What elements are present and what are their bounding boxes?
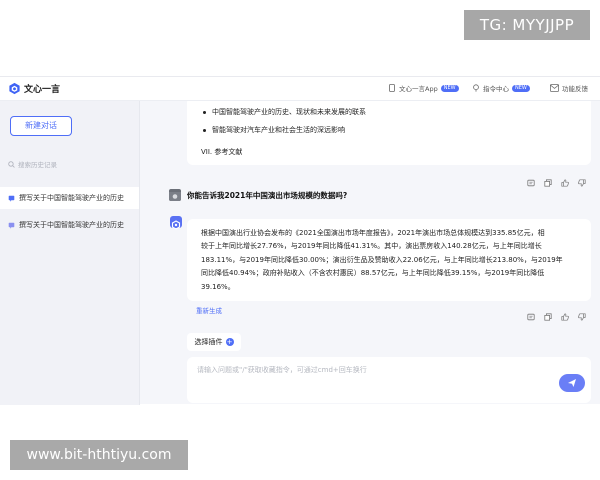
feedback-label: 功能反馈 bbox=[562, 85, 588, 93]
plus-icon: + bbox=[225, 338, 234, 346]
history-item[interactable]: 撰写关于中国智能驾驶产业的历史 bbox=[0, 187, 139, 209]
chat-icon bbox=[8, 222, 15, 229]
send-button[interactable] bbox=[559, 374, 585, 392]
history-search[interactable]: 搜索历史记录 bbox=[8, 159, 57, 169]
chat-icon bbox=[8, 195, 15, 202]
quote-icon[interactable] bbox=[527, 306, 535, 321]
sidebar: 新建对话 搜索历史记录 撰写关于中国智能驾驶产业的历史 撰写关于中国智能驾驶产业… bbox=[0, 101, 140, 405]
mail-icon bbox=[550, 84, 559, 92]
copy-icon[interactable] bbox=[544, 306, 552, 321]
bullet-text: 智能驾驶对汽车产业和社会生活的深远影响 bbox=[212, 126, 345, 134]
regenerate-button[interactable]: 重新生成 bbox=[196, 305, 222, 315]
bullet-item: 中国智能驾驶产业的历史、现状和未来发展的联系 bbox=[203, 107, 366, 117]
new-chat-button[interactable]: 新建对话 bbox=[10, 116, 72, 136]
prompt-center-label: 指令中心 bbox=[483, 85, 509, 93]
answer-line: 同比降低40.94%；政府补贴收入（不含农村惠民）88.57亿元，与上年同比降低… bbox=[201, 269, 545, 278]
chat-main: 中国智能驾驶产业的历史、现状和未来发展的联系 智能驾驶对汽车产业和社会生活的深远… bbox=[141, 101, 600, 405]
thumbs-up-icon[interactable] bbox=[561, 306, 569, 321]
bullet-item: 智能驾驶对汽车产业和社会生活的深远影响 bbox=[203, 125, 345, 135]
answer-text: 根据中国演出行业协会发布的《2021全国演出市场年度报告》，2021年演出市场总… bbox=[201, 227, 581, 294]
app-window: 文心一言 文心一言App NEW 指令中心 NEW 功能反馈 新建对话 搜索历史… bbox=[0, 76, 600, 405]
feedback-link[interactable]: 功能反馈 bbox=[550, 83, 588, 93]
user-message: 你能告诉我2021年中国演出市场规模的数据吗? bbox=[169, 189, 347, 201]
app-logo[interactable]: 文心一言 bbox=[8, 82, 60, 95]
watermark-tg: TG: MYYJJPP bbox=[464, 10, 590, 40]
thumbs-up-icon[interactable] bbox=[561, 172, 569, 187]
app-name: 文心一言 bbox=[24, 85, 61, 95]
answer-line: 39.16%。 bbox=[201, 282, 235, 291]
new-badge: NEW bbox=[512, 84, 530, 92]
history-search-placeholder: 搜索历史记录 bbox=[18, 161, 57, 169]
answer-actions bbox=[527, 172, 586, 187]
app-download-link[interactable]: 文心一言App NEW bbox=[388, 83, 459, 93]
answer-line: 183.11%，与2019年同比降低30.00%；演出衍生品及赞助收入22.06… bbox=[201, 255, 563, 264]
answer-line: 较于上年同比增长27.76%，与2019年同比降低41.31%。其中，演出票房收… bbox=[201, 242, 542, 251]
phone-icon bbox=[389, 84, 395, 92]
user-avatar bbox=[169, 189, 181, 201]
message-input[interactable] bbox=[197, 364, 527, 376]
select-plugin-label: 选择插件 bbox=[194, 338, 223, 346]
answer-line: 根据中国演出行业协会发布的《2021全国演出市场年度报告》，2021年演出市场总… bbox=[201, 229, 545, 237]
wenxin-logo-icon bbox=[9, 82, 20, 95]
location-pin-icon bbox=[473, 84, 479, 92]
watermark-url: www.bit-hthtiyu.com bbox=[10, 440, 188, 470]
user-question: 你能告诉我2021年中国演出市场规模的数据吗? bbox=[187, 190, 348, 200]
thumbs-down-icon[interactable] bbox=[578, 172, 586, 187]
bullet-dot bbox=[203, 110, 206, 114]
quote-icon[interactable] bbox=[527, 172, 535, 187]
previous-answer-card: 中国智能驾驶产业的历史、现状和未来发展的联系 智能驾驶对汽车产业和社会生活的深远… bbox=[187, 101, 591, 165]
bullet-dot bbox=[203, 128, 206, 132]
answer-card: 根据中国演出行业协会发布的《2021全国演出市场年度报告》，2021年演出市场总… bbox=[187, 219, 591, 301]
prompt-center-link[interactable]: 指令中心 NEW bbox=[472, 83, 530, 93]
thumbs-down-icon[interactable] bbox=[578, 306, 586, 321]
top-header: 文心一言 文心一言App NEW 指令中心 NEW 功能反馈 bbox=[0, 77, 600, 101]
history-item[interactable]: 撰写关于中国智能驾驶产业的历史 bbox=[0, 214, 139, 236]
section-heading: VII. 参考文献 bbox=[201, 148, 243, 156]
answer-actions bbox=[527, 306, 586, 321]
bullet-text: 中国智能驾驶产业的历史、现状和未来发展的联系 bbox=[212, 108, 366, 116]
history-item-label: 撰写关于中国智能驾驶产业的历史 bbox=[19, 194, 124, 202]
app-link-label: 文心一言App bbox=[399, 85, 438, 93]
history-item-label: 撰写关于中国智能驾驶产业的历史 bbox=[19, 221, 124, 229]
composer bbox=[187, 357, 591, 403]
select-plugin-button[interactable]: 选择插件 + bbox=[187, 333, 241, 351]
send-icon bbox=[568, 379, 576, 387]
search-icon bbox=[8, 160, 15, 168]
bot-avatar bbox=[170, 216, 182, 230]
new-badge: NEW bbox=[440, 84, 459, 92]
copy-icon[interactable] bbox=[544, 172, 552, 187]
